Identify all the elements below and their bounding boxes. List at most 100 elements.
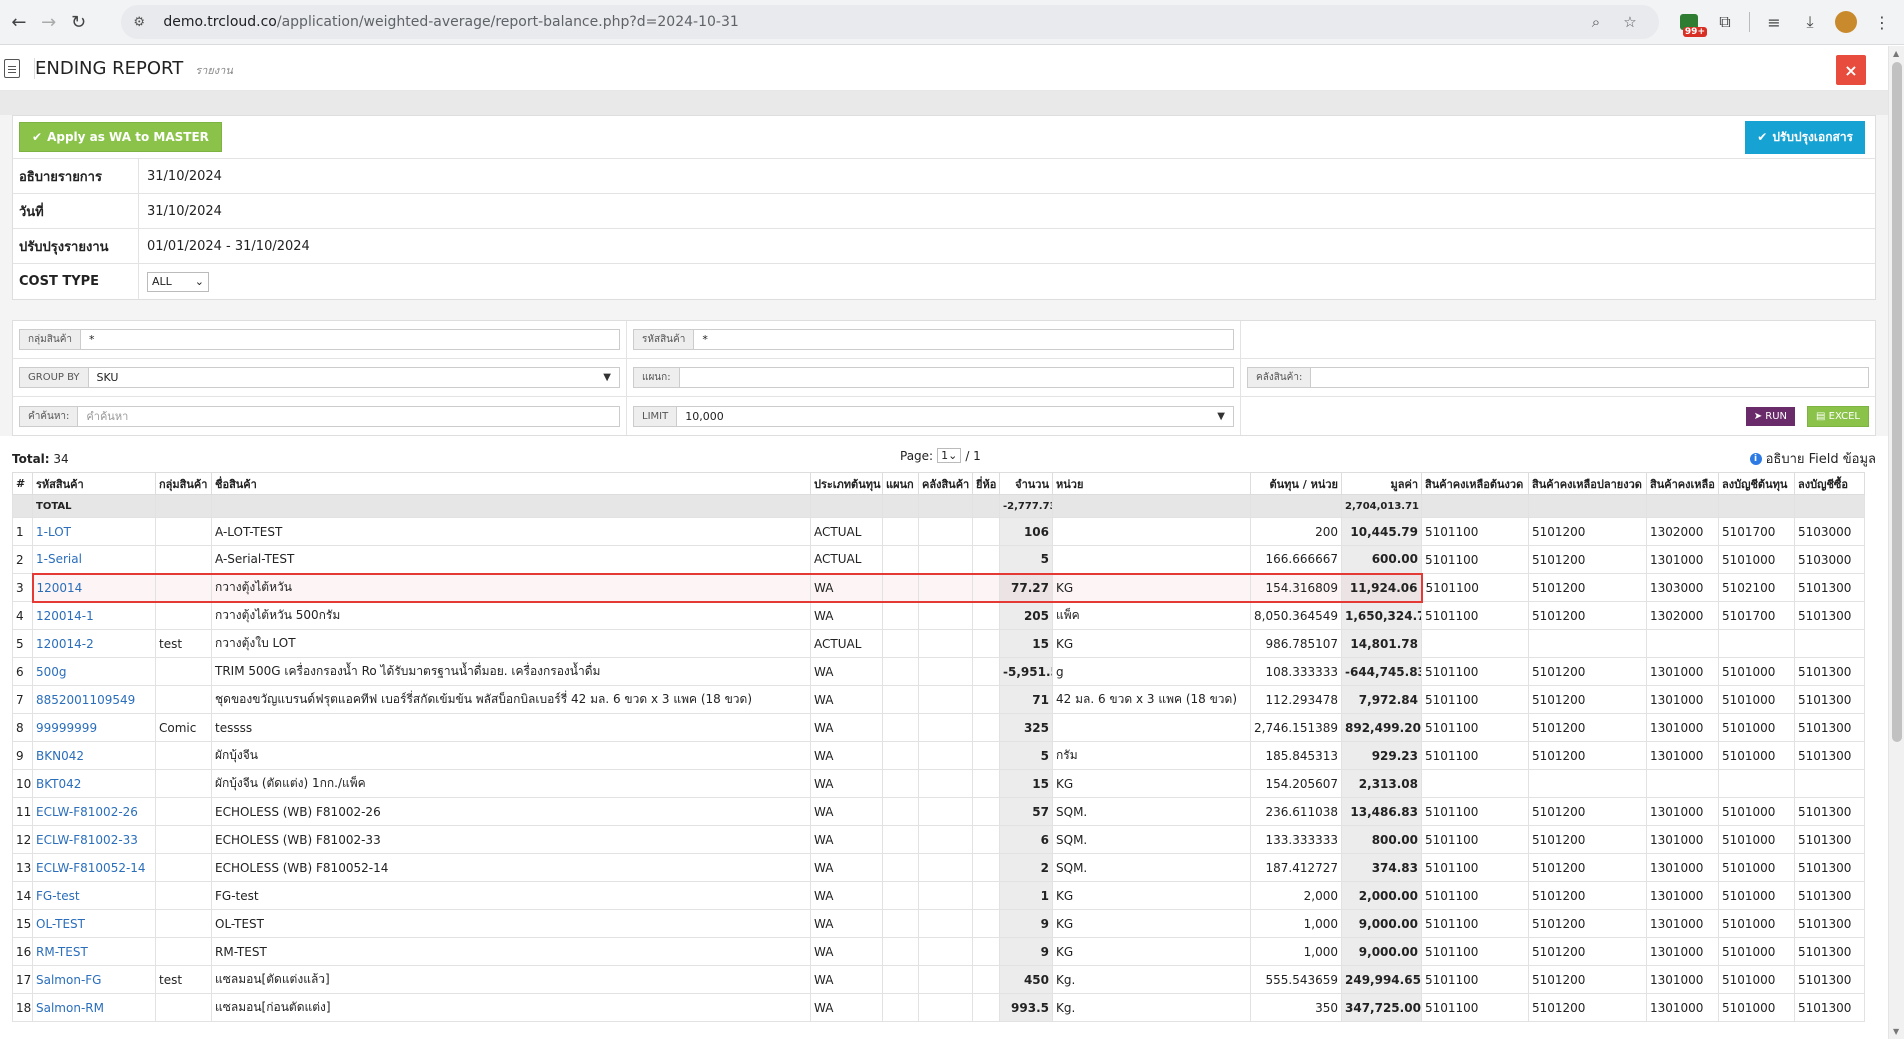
- cell-value: 2,313.08: [1341, 769, 1422, 798]
- back-icon[interactable]: ←: [4, 7, 34, 37]
- cell-a5: 5101300: [1794, 573, 1865, 602]
- product-code-link[interactable]: BKN042: [32, 741, 156, 770]
- update-document-button[interactable]: ✔ ปรับปรุงเอกสาร: [1745, 120, 1865, 154]
- cell-a3: 1301000: [1646, 881, 1719, 910]
- group-by-select[interactable]: SKU ▼: [88, 367, 620, 388]
- extensions-puzzle-icon[interactable]: ⧉: [1707, 7, 1743, 37]
- bookmark-star-icon[interactable]: ☆: [1613, 13, 1647, 31]
- download-icon[interactable]: ⤓: [1792, 7, 1828, 37]
- reload-icon[interactable]: ↻: [64, 7, 94, 37]
- table-row: 7 8852001109549 ชุดของขวัญแบรนด์ฟรุตแอคทีฟ…: [12, 685, 1865, 714]
- address-bar[interactable]: ⚙ demo.trcloud.co/application/weighted-a…: [121, 5, 1659, 39]
- product-code-link[interactable]: 99999999: [32, 713, 156, 742]
- cell-empty: [882, 741, 919, 770]
- product-code-link[interactable]: Salmon-RM: [32, 993, 156, 1022]
- cell-group: [155, 993, 212, 1022]
- department-input[interactable]: [679, 367, 1234, 388]
- cell-a1: 5101100: [1421, 937, 1529, 966]
- page-select[interactable]: 1⌄: [937, 448, 962, 463]
- cell-a3: 1301000: [1646, 825, 1719, 854]
- cell-empty: [972, 965, 1000, 994]
- cell-empty: [918, 572, 973, 603]
- cell-unit: g: [1052, 657, 1251, 686]
- menu-kebab-icon[interactable]: ⋮: [1864, 7, 1900, 37]
- zoom-icon[interactable]: ⌕: [1579, 13, 1613, 31]
- cell-a4: 5101000: [1718, 713, 1795, 742]
- cell-group: [155, 601, 212, 630]
- cell-unit: [1052, 713, 1251, 742]
- table-row: 3 120014 กวางตุ้งไต้หวัน WA 77.27 KG 154.31680…: [12, 572, 1865, 603]
- product-code-link[interactable]: RM-TEST: [32, 937, 156, 966]
- cell-a5: 5101300: [1794, 881, 1865, 910]
- product-code-link[interactable]: BKT042: [32, 769, 156, 798]
- scroll-down-icon[interactable]: ▼: [1893, 1027, 1899, 1036]
- product-code-link[interactable]: 120014: [31, 572, 156, 603]
- product-code-link[interactable]: 1-Serial: [32, 545, 156, 574]
- cell-name: กวางตุ้งใบ LOT: [211, 629, 811, 658]
- cell-value: 14,801.78: [1341, 629, 1422, 658]
- media-queue-icon[interactable]: ≡: [1756, 7, 1792, 37]
- product-code-link[interactable]: ECLW-F81002-26: [32, 797, 156, 826]
- cell-unit: กรัม: [1052, 741, 1251, 770]
- product-code-link[interactable]: 120014-1: [32, 601, 156, 630]
- cell-a5: 5101300: [1794, 937, 1865, 966]
- cell-empty: [882, 965, 919, 994]
- cell-empty: [972, 993, 1000, 1022]
- cell-n: 2: [12, 545, 33, 574]
- cell-empty: [918, 685, 973, 714]
- cell-a1: 5101100: [1421, 993, 1529, 1022]
- cell-empty: [882, 685, 919, 714]
- profile-avatar[interactable]: [1828, 7, 1864, 37]
- check-icon: ✔: [32, 130, 43, 144]
- limit-select[interactable]: 10,000 ▼: [677, 405, 1234, 427]
- extension-badge-icon[interactable]: 99+: [1671, 7, 1707, 37]
- close-button[interactable]: ×: [1836, 55, 1866, 85]
- cell-value: 600.00: [1341, 545, 1422, 574]
- product-code-link[interactable]: 500g: [32, 657, 156, 686]
- filter-panel: กลุ่มสินค้า * รหัสสินค้า * GROUP BY SKU ▼…: [12, 320, 1876, 436]
- cell-qty: 205: [999, 601, 1053, 630]
- table-row: 1 1-LOT A-LOT-TEST ACTUAL 106 200 10,445.79 510…: [12, 517, 1865, 546]
- cell-a2: 5101200: [1528, 993, 1647, 1022]
- page-scrollbar[interactable]: ▲ ▼: [1888, 46, 1904, 1039]
- product-code-link[interactable]: Salmon-FG: [32, 965, 156, 994]
- product-code-link[interactable]: FG-test: [32, 881, 156, 910]
- cell-cost: 986.785107: [1250, 629, 1342, 658]
- cell-empty: [972, 937, 1000, 966]
- apply-wa-button[interactable]: ✔ Apply as WA to MASTER: [19, 122, 222, 152]
- cell-qty: 71: [999, 685, 1053, 714]
- scrollbar-thumb[interactable]: [1892, 62, 1902, 742]
- run-button[interactable]: ➤ RUN: [1745, 406, 1796, 426]
- product-code-link[interactable]: ECLW-F810052-14: [32, 853, 156, 882]
- cell-group: [155, 657, 212, 686]
- site-info-icon[interactable]: ⚙: [133, 15, 153, 30]
- field-info-link[interactable]: i อธิบาย Field ข้อมูล: [1749, 448, 1876, 469]
- cell-name: ผักบุ้งจีน (ตัดแต่ง) 1กก./แพ็ค: [211, 769, 811, 798]
- table-row: 2 1-Serial A-Serial-TEST ACTUAL 5 166.666667 6…: [12, 545, 1865, 574]
- cell-cost: 166.666667: [1250, 545, 1342, 574]
- cell-a4: 5101000: [1718, 853, 1795, 882]
- cost-type-select[interactable]: ALL ⌄: [147, 271, 209, 292]
- cell-type: WA: [810, 881, 883, 910]
- product-code-input[interactable]: *: [694, 329, 1234, 350]
- product-group-input[interactable]: *: [81, 329, 620, 350]
- forward-icon[interactable]: →: [34, 7, 64, 37]
- cell-a4: 5101000: [1718, 657, 1795, 686]
- cell-a2: 5101200: [1528, 601, 1647, 630]
- url-text[interactable]: demo.trcloud.co/application/weighted-ave…: [163, 14, 1579, 30]
- scroll-up-icon[interactable]: ▲: [1893, 49, 1899, 58]
- warehouse-input[interactable]: [1311, 367, 1869, 388]
- product-code-link[interactable]: OL-TEST: [32, 909, 156, 938]
- product-code-link[interactable]: 120014-2: [32, 629, 156, 658]
- cell-cost: 154.205607: [1250, 769, 1342, 798]
- product-code-link[interactable]: 8852001109549: [32, 685, 156, 714]
- column-header: ลงบัญชีต้นทุน: [1718, 472, 1795, 495]
- cell-name: กวางตุ้งไต้หวัน 500กรัม: [211, 601, 811, 630]
- product-code-link[interactable]: ECLW-F81002-33: [32, 825, 156, 854]
- search-input[interactable]: คำค้นหา: [78, 405, 620, 427]
- excel-button[interactable]: ▤ EXCEL: [1807, 405, 1869, 427]
- cell-cost: 8,050.364549: [1250, 601, 1342, 630]
- cell-group: [155, 545, 212, 574]
- cell-empty: [882, 853, 919, 882]
- product-code-link[interactable]: 1-LOT: [32, 517, 156, 546]
